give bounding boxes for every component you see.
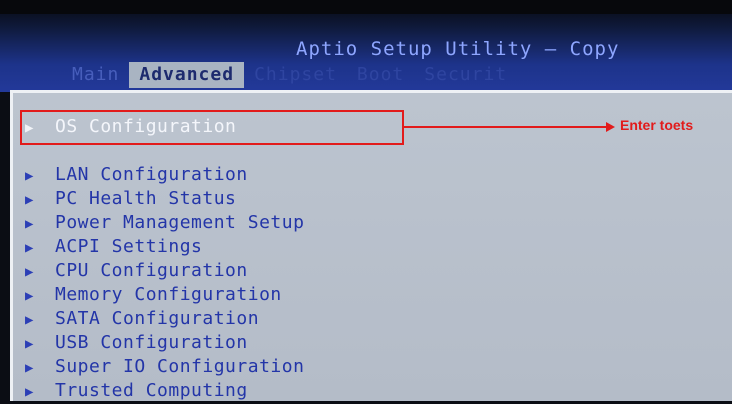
triangle-right-icon: ▶ xyxy=(25,288,34,304)
menu-item-power-management-setup[interactable]: ▶ Power Management Setup xyxy=(25,211,304,235)
menu-item-label: PC Health Status xyxy=(55,188,237,209)
triangle-right-icon: ▶ xyxy=(25,240,34,256)
triangle-right-icon: ▶ xyxy=(25,336,34,352)
triangle-right-icon: ▶ xyxy=(25,384,34,400)
menu-item-pc-health-status[interactable]: ▶ PC Health Status xyxy=(25,187,236,211)
menu-item-memory-configuration[interactable]: ▶ Memory Configuration xyxy=(25,283,282,307)
triangle-right-icon: ▶ xyxy=(25,168,34,184)
menu-item-sata-configuration[interactable]: ▶ SATA Configuration xyxy=(25,307,259,331)
menu-item-label: CPU Configuration xyxy=(55,260,248,281)
tab-chipset[interactable]: Chipset xyxy=(244,62,347,88)
menu-item-label: Power Management Setup xyxy=(55,212,305,233)
triangle-right-icon: ▶ xyxy=(25,360,34,376)
triangle-right-icon: ▶ xyxy=(25,216,34,232)
menu-item-label: USB Configuration xyxy=(55,332,248,353)
menu-item-label: ACPI Settings xyxy=(55,236,203,257)
menu-item-lan-configuration[interactable]: ▶ LAN Configuration xyxy=(25,163,248,187)
bios-title: Aptio Setup Utility – Copy xyxy=(296,38,620,60)
menu-item-usb-configuration[interactable]: ▶ USB Configuration xyxy=(25,331,248,355)
annotation-label: Enter toets xyxy=(620,117,694,133)
tab-bar: Main Advanced Chipset Boot Securit xyxy=(62,62,517,88)
menu-item-acpi-settings[interactable]: ▶ ACPI Settings xyxy=(25,235,202,259)
tab-boot[interactable]: Boot xyxy=(347,62,414,88)
triangle-right-icon: ▶ xyxy=(25,312,34,328)
menu-item-cpu-configuration[interactable]: ▶ CPU Configuration xyxy=(25,259,248,283)
tab-security[interactable]: Securit xyxy=(414,62,517,88)
tab-advanced[interactable]: Advanced xyxy=(129,62,245,88)
menu-item-label: Memory Configuration xyxy=(55,284,282,305)
tab-main[interactable]: Main xyxy=(62,62,129,88)
annotation-highlight-box xyxy=(20,110,404,145)
arrow-right-icon xyxy=(606,122,615,132)
bios-header-bar: Aptio Setup Utility – Copy Main Advanced… xyxy=(0,0,732,92)
menu-item-trusted-computing[interactable]: ▶ Trusted Computing xyxy=(25,379,248,403)
bezel-strip xyxy=(0,0,732,14)
menu-item-label: Trusted Computing xyxy=(55,380,248,401)
menu-item-label: Super IO Configuration xyxy=(55,356,305,377)
triangle-right-icon: ▶ xyxy=(25,264,34,280)
menu-item-label: SATA Configuration xyxy=(55,308,260,329)
annotation-arrow-line xyxy=(404,126,610,128)
menu-item-label: LAN Configuration xyxy=(55,164,248,185)
menu-item-super-io-configuration[interactable]: ▶ Super IO Configuration xyxy=(25,355,304,379)
triangle-right-icon: ▶ xyxy=(25,192,34,208)
